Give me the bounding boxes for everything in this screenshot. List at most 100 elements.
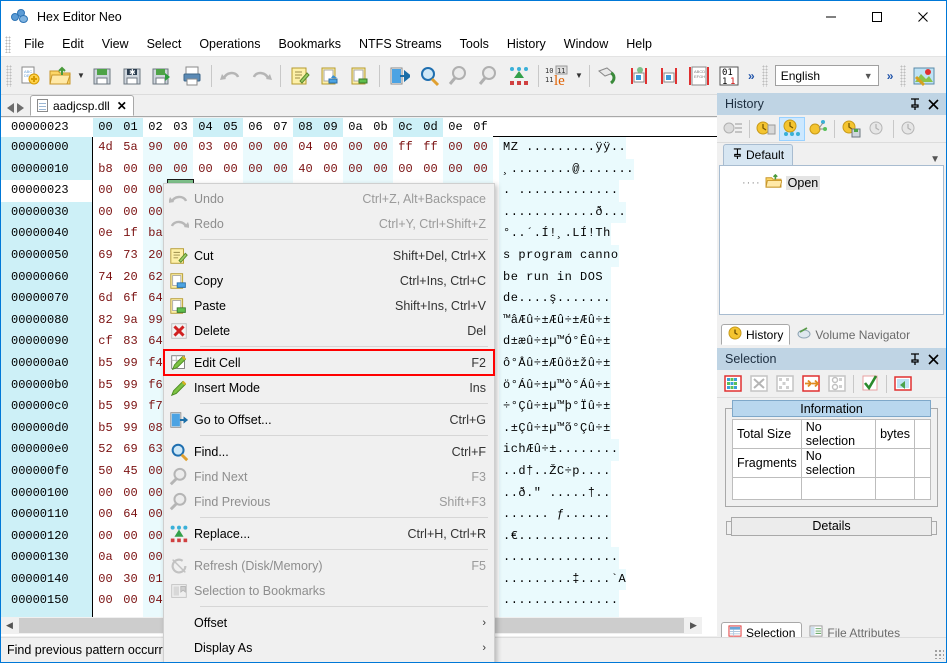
binary-0111-icon[interactable]: 01 1 1 — [714, 61, 744, 91]
menu-edit[interactable]: Edit — [53, 33, 93, 55]
hex-byte-cell[interactable]: 00 — [93, 483, 118, 505]
hex-byte-cell[interactable]: 00 — [118, 202, 143, 224]
language-select[interactable]: English ▼ — [774, 65, 879, 86]
hex-ascii-text[interactable]: ¸........@....... — [499, 158, 634, 181]
hex-byte-cell[interactable]: 99 — [118, 418, 143, 440]
context-menu[interactable]: Undo Ctrl+Z, Alt+Backspace Redo Ctrl+Y, Ctr… — [163, 183, 495, 662]
hex-ascii-text[interactable]: ö°Áû÷±µ™ò°Áû÷± — [499, 374, 611, 397]
context-menu-item-offset[interactable]: Offset › — [164, 610, 494, 635]
hex-ascii-text[interactable]: ...... ƒ...... — [499, 504, 611, 526]
hex-byte-cell[interactable]: 00 — [268, 158, 293, 181]
context-menu-item-insert-mode[interactable]: Insert Mode Ins — [164, 375, 494, 400]
hex-row[interactable]: 00000010 b8 00 00 00 00 00 00 00 40 00 00 00 00 00 00 00… — [1, 158, 719, 181]
hex-byte-cell[interactable]: 00 — [118, 547, 143, 569]
context-menu-item-paste[interactable]: Paste Shift+Ins, Ctrl+V — [164, 293, 494, 318]
triangle-right-icon[interactable] — [17, 103, 24, 113]
menu-file[interactable]: File — [15, 33, 53, 55]
find-next-magnifier-icon[interactable] — [444, 61, 474, 91]
history-trash-icon[interactable] — [753, 117, 779, 141]
context-menu-item-display-as[interactable]: Display As › — [164, 635, 494, 660]
context-menu-item-copy[interactable]: Copy Ctrl+Ins, Ctrl+C — [164, 268, 494, 293]
scroll-right-arrow-icon[interactable]: ▶ — [685, 617, 702, 634]
hex-byte-cell[interactable]: 40 — [293, 159, 318, 181]
history-branch-chevron-down-icon[interactable]: ▼ — [930, 154, 940, 165]
hex-ascii-text[interactable]: ............... — [499, 590, 619, 613]
hex-ascii-text[interactable]: ............... — [499, 547, 619, 569]
paste-clipboard-icon[interactable] — [345, 61, 375, 91]
hex-ascii-text[interactable]: ..ð." .....†.. — [499, 482, 611, 505]
hex-byte-cell[interactable]: 00 — [143, 158, 168, 181]
display-as-dropdown-caret-down-icon[interactable]: ▼ — [573, 61, 585, 91]
menu-tools[interactable]: Tools — [451, 33, 498, 55]
hex-ascii-text[interactable]: ™âÆû÷±Æû÷±Æû÷± — [499, 309, 611, 332]
hex-byte-cell[interactable]: 00 — [468, 158, 493, 181]
redo-arrow-icon[interactable] — [246, 61, 276, 91]
hex-byte-cell[interactable]: 00 — [118, 159, 143, 181]
hex-byte-cell[interactable]: 00 — [243, 137, 268, 159]
hex-byte-cell[interactable]: 99 — [118, 353, 143, 375]
context-menu-item-cut[interactable]: Cut Shift+Del, Ctrl+X — [164, 243, 494, 268]
history-tree-item-open[interactable]: ···· Open — [742, 173, 943, 192]
hex-ascii-text[interactable]: be run in DOS — [499, 266, 611, 289]
hex-byte-cell[interactable]: b5 — [93, 353, 118, 375]
hex-byte-cell[interactable]: ff — [418, 137, 443, 159]
maximize-button[interactable] — [854, 1, 900, 32]
hex-byte-cell[interactable]: 00 — [93, 504, 118, 526]
hex-byte-cell[interactable]: 99 — [118, 375, 143, 397]
select-begin-icon[interactable] — [624, 61, 654, 91]
hex-byte-cell[interactable]: 00 — [368, 137, 393, 159]
triangle-left-icon[interactable] — [7, 103, 14, 113]
menu-bookmarks[interactable]: Bookmarks — [269, 33, 350, 55]
hex-byte-cell[interactable]: 73 — [118, 245, 143, 267]
hex-ascii-text[interactable]: ô°Åû÷±Æûö±žû÷± — [499, 352, 611, 375]
context-menu-item-find[interactable]: Find... Ctrl+F — [164, 439, 494, 464]
history-save-icon[interactable] — [838, 117, 864, 141]
scroll-left-arrow-icon[interactable]: ◀ — [1, 617, 18, 634]
hex-byte-cell[interactable]: b5 — [93, 375, 118, 397]
hex-byte-cell[interactable]: 0a — [93, 547, 118, 569]
invert-selection-icon[interactable] — [772, 372, 798, 396]
hex-byte-cell[interactable]: 90 — [143, 137, 168, 159]
hex-byte-cell[interactable]: 03 — [193, 137, 218, 159]
history-branch-node-icon[interactable] — [805, 117, 831, 141]
selection-close-icon[interactable] — [924, 350, 942, 368]
copy-clipboard-icon[interactable] — [315, 61, 345, 91]
hex-byte-cell[interactable]: b8 — [93, 159, 118, 181]
context-menu-item-go-to-offset[interactable]: Go to Offset... Ctrl+G — [164, 407, 494, 432]
pattern-icon[interactable]: ABCD EFGH — [684, 61, 714, 91]
hex-byte-cell[interactable]: ff — [393, 137, 418, 159]
hex-byte-cell[interactable]: b5 — [93, 418, 118, 440]
hex-ascii-text[interactable]: s program canno — [499, 244, 619, 267]
hex-ascii-text[interactable]: .€............ — [499, 525, 611, 548]
hex-byte-cell[interactable]: 0e — [93, 223, 118, 245]
display-as-icon[interactable]: 10 11 11 le — [543, 61, 573, 91]
selection-details-bar[interactable]: Details — [726, 517, 937, 536]
find-magnifier-icon[interactable] — [414, 61, 444, 91]
deselect-x-icon[interactable] — [746, 372, 772, 396]
history-close-icon[interactable] — [924, 95, 942, 113]
fill-bucket-icon[interactable] — [594, 61, 624, 91]
menu-window[interactable]: Window — [555, 33, 617, 55]
hex-byte-cell[interactable]: 50 — [93, 461, 118, 483]
hex-byte-cell[interactable]: 00 — [118, 590, 143, 612]
hex-ascii-text[interactable]: .±Çû÷±µ™õ°Çû÷± — [499, 417, 611, 440]
history-disabled-icon[interactable] — [864, 117, 890, 141]
hex-byte-cell[interactable]: 00 — [118, 180, 143, 202]
hex-byte-cell[interactable]: cf — [93, 331, 118, 353]
hex-byte-cell[interactable]: 69 — [118, 439, 143, 461]
menu-ntfs-streams[interactable]: NTFS Streams — [350, 33, 451, 55]
new-file-icon[interactable]: ABC DEF — [15, 61, 45, 91]
hex-row[interactable]: 00000000 4d 5a 90 00 03 00 00 00 04 00 00 00 ff ff 00 00… — [1, 137, 719, 159]
printer-icon[interactable] — [177, 61, 207, 91]
hex-ascii-text[interactable]: d±æû÷±µ™Ó°Êû÷± — [499, 331, 611, 353]
history-branches-icon[interactable] — [779, 116, 805, 141]
find-previous-magnifier-icon[interactable] — [474, 61, 504, 91]
hex-ascii-text[interactable]: . ............. — [499, 180, 619, 202]
undo-arrow-icon[interactable] — [216, 61, 246, 91]
hex-ascii-text[interactable]: ............ð... — [499, 201, 627, 224]
hex-byte-cell[interactable]: 30 — [118, 569, 143, 591]
select-all-grid-icon[interactable] — [720, 372, 746, 396]
menu-view[interactable]: View — [93, 33, 138, 55]
hex-byte-cell[interactable]: 00 — [243, 158, 268, 181]
hex-byte-cell[interactable]: 4d — [93, 137, 118, 159]
